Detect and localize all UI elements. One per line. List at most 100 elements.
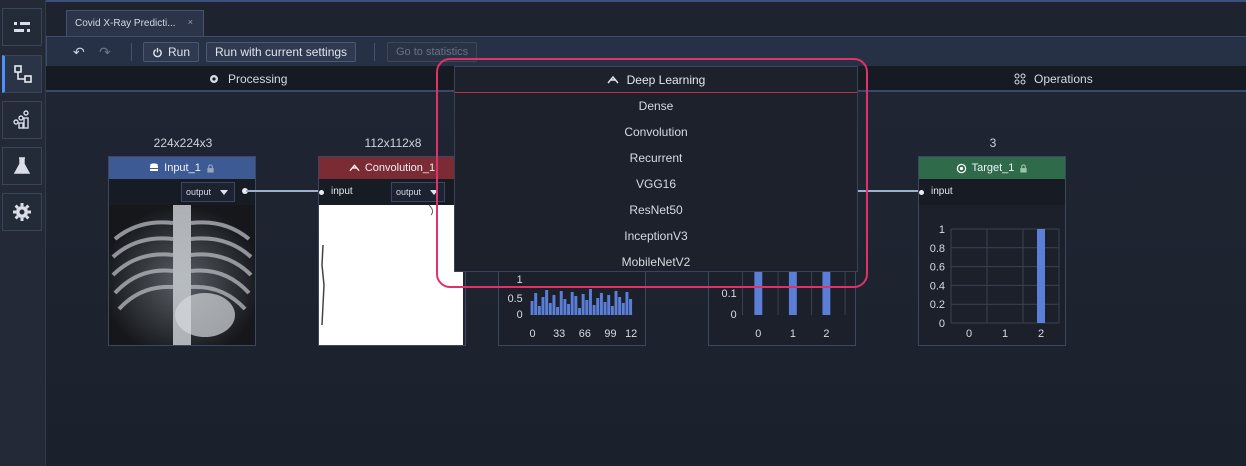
y-tick: 0.4 [930,280,945,292]
histogram-bar [629,299,633,315]
node-header: Input_1 [109,157,255,179]
x-tick: 1 [1002,328,1008,340]
histogram-bar [537,306,541,315]
node-title: Target_1 [971,162,1015,174]
database-icon [150,163,159,171]
bar [822,269,831,315]
rail-models-button[interactable] [2,8,42,46]
output-select[interactable]: output [391,182,445,202]
toolbar-divider [131,43,132,61]
category-processing[interactable]: Processing [208,66,287,92]
category-deep-learning[interactable]: Deep Learning [455,67,857,93]
operations-icon [1014,73,1026,85]
histogram-bar [559,291,563,315]
y-tick: 0.2 [930,299,945,311]
y-tick: 0 [939,318,945,330]
xray-image-preview [109,205,255,345]
target-chart: 0 0.2 0.4 0.6 0.8 1 0 1 2 [930,224,1060,340]
histogram-bar [614,291,618,315]
y-tick: 1 [939,224,945,236]
histogram-bar [599,293,603,315]
x-tick: 66 [579,328,591,340]
histogram-bar [585,300,589,315]
input-node[interactable]: Input_1 output [108,156,256,346]
run-current-settings-button[interactable]: Run with current settings [206,42,357,62]
tab-covid-xray[interactable]: Covid X-Ray Predicti... × [66,10,204,36]
x-tick: 99 [604,328,616,340]
node-output-row: output [109,179,255,205]
menu-item-convolution[interactable]: Convolution [455,119,857,145]
histogram-bar [563,299,567,315]
category-operations[interactable]: Operations [1014,66,1093,92]
rail-data-button[interactable] [2,101,42,139]
node-io-row: input output [319,179,465,205]
category-label: Operations [1034,72,1093,86]
x-tick: 2 [823,328,829,340]
x-tick: 0 [966,328,972,340]
y-tick: 0.6 [930,262,945,274]
rail-evaluate-button[interactable] [2,147,42,185]
histogram-bar [578,308,581,315]
x-tick: 0 [755,328,761,340]
histogram-bar [607,295,611,315]
target-icon [956,163,966,173]
y-tick: 0 [731,309,737,321]
lock-icon [1020,163,1028,173]
histogram-bar [541,297,545,315]
output-select[interactable]: output [181,182,235,202]
tab-label: Covid X-Ray Predicti... [75,18,176,29]
target-node[interactable]: Target_1 input 0 0.2 0.4 0.6 0.8 1 0 1 2 [918,156,1066,346]
xray-image [109,205,255,345]
run-button-label: Run [168,45,191,59]
histogram-bar [534,293,538,315]
histogram-bar [610,306,614,315]
histogram-bar [545,290,549,315]
rail-modeling-button[interactable] [2,55,42,93]
network-icon [607,75,619,83]
run-button[interactable]: Run [143,42,200,62]
convolution-node[interactable]: Convolution_1 input output [318,156,466,346]
histogram-bar [552,295,556,315]
input-port-label[interactable]: input [319,186,353,197]
toolbar-divider [374,43,375,61]
gear-icon [210,75,218,83]
histogram-bar [567,304,571,315]
histogram-bar [548,303,552,315]
conv-dimension: 112x112x8 [364,136,422,150]
tab-strip: Covid X-Ray Predicti... × [46,0,1246,36]
category-label: Processing [228,72,288,86]
redo-icon[interactable]: ↷ [99,44,111,61]
power-icon [153,47,162,57]
x-tick: 0 [530,328,536,340]
histogram-bar [530,301,534,315]
bar [788,269,797,315]
go-to-statistics-button[interactable]: Go to statistics [387,42,478,62]
histogram-bar [603,302,607,315]
close-icon[interactable]: × [188,17,193,27]
y-tick: 0.8 [930,243,945,255]
y-tick: 0.1 [722,288,737,300]
menu-item-vgg16[interactable]: VGG16 [455,171,857,197]
flow-icon [14,65,32,83]
x-tick: 1 [790,328,796,340]
menu-item-resnet50[interactable]: ResNet50 [455,197,857,223]
feature-map-preview [319,204,463,345]
rail-settings-button[interactable] [2,193,42,231]
list-icon [14,21,30,33]
bar [754,269,763,315]
x-tick: 33 [553,328,565,340]
input-port-label[interactable]: input [919,186,953,197]
left-rail [0,0,46,466]
y-tick: 1 [517,274,523,286]
undo-icon[interactable]: ↶ [73,44,85,61]
y-tick: 0.5 [508,293,523,305]
menu-item-recurrent[interactable]: Recurrent [455,145,857,171]
lock-icon [207,163,214,173]
histogram-bar [596,298,600,315]
histogram-bar [570,292,574,315]
menu-item-mobilenetv2[interactable]: MobileNetV2 [455,249,857,275]
menu-item-dense[interactable]: Dense [455,93,857,119]
menu-item-inceptionv3[interactable]: InceptionV3 [455,223,857,249]
deep-learning-dropdown: Deep Learning Dense Convolution Recurren… [454,66,858,272]
histogram-bar [556,307,560,315]
